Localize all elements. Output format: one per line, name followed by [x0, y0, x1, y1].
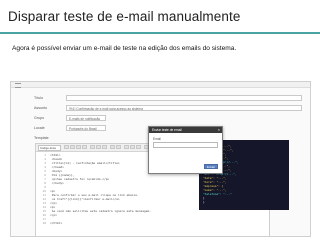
dialog-title: Enviar teste de email — [152, 128, 182, 132]
json-line: } — [203, 200, 205, 204]
table-icon[interactable] — [136, 145, 141, 149]
image-icon[interactable] — [130, 145, 135, 149]
slide-subtitle: Agora é possível enviar um e-mail de tes… — [12, 45, 237, 52]
form-label-title: Título — [34, 96, 43, 100]
strikethrough-icon[interactable] — [82, 145, 87, 149]
align-center-icon[interactable] — [96, 145, 101, 149]
title-input[interactable] — [66, 95, 302, 101]
app-top-bar — [11, 82, 310, 88]
dialog-email-input[interactable] — [153, 142, 218, 148]
code-text: </p> — [50, 213, 57, 217]
code-line: 18 </html> — [36, 221, 269, 225]
form-row-title: Título — [11, 95, 310, 103]
locale-select[interactable]: Português do Brasil — [66, 125, 106, 131]
dialog-header: Enviar teste de email × — [149, 127, 222, 133]
menu-icon[interactable] — [15, 83, 21, 88]
dialog-email-label: Email — [153, 137, 161, 141]
form-label-group: Grupo — [34, 116, 44, 120]
code-text: </html> — [50, 221, 63, 225]
close-icon[interactable]: × — [218, 127, 220, 133]
line-number: 18 — [42, 221, 46, 225]
numbered-list-icon[interactable] — [116, 145, 121, 149]
embedded-screenshot: Título Assunto [%1] Confirmação de e-mai… — [10, 81, 311, 237]
bold-icon[interactable] — [64, 145, 69, 149]
form-row-group: Grupo E-mails de notificação — [11, 115, 310, 123]
send-test-email-dialog: Enviar teste de email × Email Enviar — [148, 126, 223, 174]
align-right-icon[interactable] — [102, 145, 107, 149]
link-icon[interactable] — [124, 145, 129, 149]
form-label-template: Template — [34, 136, 49, 140]
title-rule — [0, 32, 320, 34]
italic-icon[interactable] — [70, 145, 75, 149]
form-label-subject: Assunto — [34, 106, 47, 110]
code-text: <a href="{{link}}">Confirmar e-mail</a> — [50, 197, 120, 201]
send-button[interactable]: Enviar — [204, 164, 218, 169]
align-left-icon[interactable] — [90, 145, 95, 149]
subject-input[interactable]: [%1] Confirmação de e-mail para acesso a… — [66, 105, 302, 111]
code-text: </body> — [50, 181, 64, 185]
form-label-locale: Locale — [34, 126, 45, 130]
form-row-subject: Assunto [%1] Confirmação de e-mail para … — [11, 105, 310, 113]
format-select[interactable]: Código-fonte — [38, 145, 61, 151]
code-text: Se você não solicitou este cadastro igno… — [50, 209, 151, 213]
bullet-list-icon[interactable] — [110, 145, 115, 149]
slide-title: Disparar teste de e-mail manualmente — [8, 9, 241, 24]
group-select[interactable]: E-mails de notificação — [66, 115, 106, 121]
underline-icon[interactable] — [76, 145, 81, 149]
